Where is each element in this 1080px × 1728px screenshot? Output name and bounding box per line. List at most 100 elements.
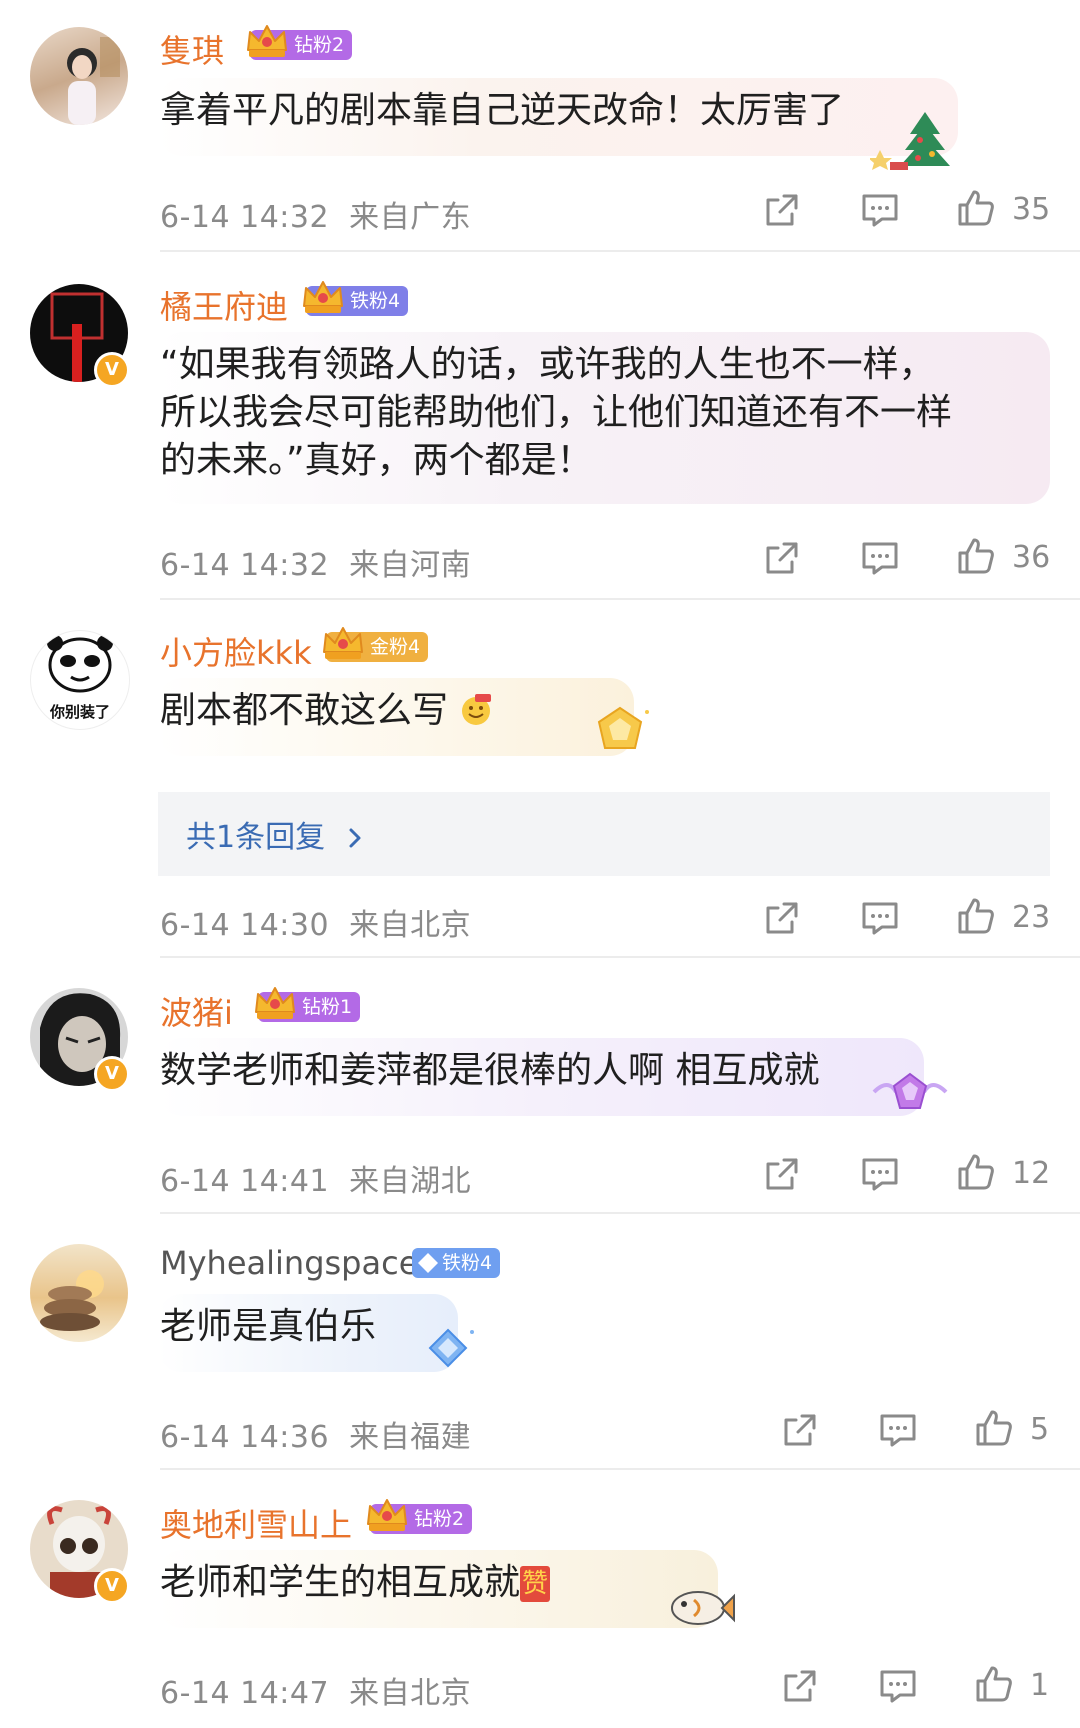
- username[interactable]: 小方脸kkk: [160, 628, 312, 674]
- fan-badge: 钻粉2: [250, 30, 353, 60]
- like-icon[interactable]: [974, 1664, 1014, 1704]
- comment-location: 来自北京: [349, 1676, 472, 1711]
- comment-meta: 6-14 14:32 来自河南: [160, 540, 471, 584]
- comment-icon[interactable]: [878, 1410, 918, 1450]
- comment-item: Myhealingspace 铁粉4 老师是真伯乐 6-14 14:36 来自福…: [0, 1214, 1080, 1470]
- fan-badge: 铁粉4: [412, 1248, 501, 1278]
- fan-badge: 钻粉2: [370, 1504, 473, 1534]
- fan-badge: 金粉4: [326, 632, 429, 662]
- comment-meta: 6-14 14:41 来自湖北: [160, 1156, 471, 1200]
- blue-gem-decoration: [428, 1328, 474, 1368]
- comment-text-line: 所以我会尽可能帮助他们，让他们知道还有不一样: [160, 392, 953, 433]
- comment-icon[interactable]: [860, 190, 900, 230]
- chevron-right-icon: [349, 828, 361, 848]
- comment-text: 剧本都不敢这么写: [160, 686, 493, 736]
- avatar-image: [67, 37, 120, 125]
- username[interactable]: 隻琪: [160, 26, 224, 72]
- comment-time: 6-14 14:32: [160, 548, 330, 583]
- like-icon[interactable]: [956, 1152, 996, 1192]
- share-icon[interactable]: [762, 898, 802, 938]
- like-count: 12: [1012, 1156, 1051, 1191]
- comment-text: 老师和学生的相互成就赞: [160, 1558, 551, 1608]
- share-icon[interactable]: [780, 1410, 820, 1450]
- comment-icon[interactable]: [860, 898, 900, 938]
- replies-label: 共1条回复: [186, 820, 326, 855]
- avatar-image: [40, 1270, 104, 1331]
- diamond-icon: [418, 1253, 438, 1273]
- fan-badge-label: 钻粉2: [414, 1508, 465, 1530]
- comment-location: 来自湖北: [349, 1164, 472, 1199]
- comment-location: 来自河南: [349, 548, 472, 583]
- comment-location: 来自广东: [349, 200, 472, 235]
- comment-text-line: “如果我有领路人的话，或许我的人生也不一样，: [160, 344, 935, 385]
- crown-icon: [252, 984, 298, 1024]
- comment-time: 6-14 14:32: [160, 200, 330, 235]
- replies-link[interactable]: 共1条回复: [186, 812, 367, 856]
- crown-icon: [300, 278, 346, 318]
- comment-icon[interactable]: [878, 1666, 918, 1706]
- comment-item: 你别装了 小方脸kkk 金粉4 剧本都不敢这么写 共1条回复 6-14 14:3…: [0, 600, 1080, 958]
- crown-icon: [364, 1496, 410, 1536]
- avatar[interactable]: [30, 27, 128, 125]
- share-icon[interactable]: [780, 1666, 820, 1706]
- comment-time: 6-14 14:41: [160, 1164, 330, 1199]
- purple-gem-decoration: [872, 1072, 948, 1109]
- comment-location: 来自福建: [349, 1420, 472, 1455]
- comment-time: 6-14 14:36: [160, 1420, 330, 1455]
- comment-text-line: 的未来。”真好，两个都是！: [160, 440, 593, 481]
- like-count: 5: [1030, 1412, 1050, 1447]
- comment-time: 6-14 14:30: [160, 908, 330, 943]
- emoji-666-icon: [462, 694, 492, 725]
- like-count: 35: [1012, 192, 1051, 227]
- like-count: 36: [1012, 540, 1051, 575]
- avatar[interactable]: [30, 1244, 128, 1342]
- username[interactable]: 奥地利雪山上: [160, 1500, 352, 1546]
- fan-badge-label: 金粉4: [370, 636, 421, 658]
- share-icon[interactable]: [762, 538, 802, 578]
- share-icon[interactable]: [762, 1154, 802, 1194]
- comment-item: 隻琪 钻粉2 拿着平凡的剧本靠自己逆天改命！太厉害了 6-14 14:32 来自…: [0, 0, 1080, 254]
- share-icon[interactable]: [762, 190, 802, 230]
- comment-location: 来自北京: [349, 908, 472, 943]
- comment-item: V 橘王府迪 铁粉4 “如果我有领路人的话，或许我的人生也不一样， 所以我会尽可…: [0, 254, 1080, 600]
- comment-icon[interactable]: [860, 538, 900, 578]
- like-icon[interactable]: [956, 188, 996, 228]
- comment-text-content: 老师和学生的相互成就: [160, 1562, 521, 1603]
- fan-badge-label: 钻粉1: [302, 996, 353, 1018]
- avatar-image: [47, 635, 113, 693]
- crown-icon: [320, 624, 366, 664]
- comment-item: V 奥地利雪山上 钻粉2 老师和学生的相互成就赞 6-14 14:47 来自北京…: [0, 1470, 1080, 1728]
- comment-text: 老师是真伯乐: [160, 1306, 377, 1347]
- username[interactable]: 波猪i: [160, 988, 233, 1034]
- comment-meta: 6-14 14:47 来自北京: [160, 1668, 471, 1712]
- comment-meta: 6-14 14:30 来自北京: [160, 900, 471, 944]
- comment-meta: 6-14 14:32 来自广东: [160, 192, 471, 236]
- verified-icon: V: [94, 352, 130, 388]
- comment-text: 数学老师和姜萍都是很棒的人啊 相互成就: [160, 1050, 820, 1091]
- comment-text-content: 剧本都不敢这么写: [160, 690, 449, 731]
- like-count: 1: [1030, 1668, 1050, 1703]
- avatar-caption: 你别装了: [49, 703, 110, 721]
- gold-gem-decoration: [597, 706, 649, 749]
- replies-box[interactable]: 共1条回复: [158, 792, 1050, 876]
- like-icon[interactable]: [956, 896, 996, 936]
- comment-time: 6-14 14:47: [160, 1676, 330, 1711]
- username[interactable]: 橘王府迪: [160, 282, 288, 328]
- comment-icon[interactable]: [860, 1154, 900, 1194]
- crown-icon: [244, 22, 290, 62]
- verified-icon: V: [94, 1056, 130, 1092]
- like-icon[interactable]: [956, 536, 996, 576]
- fan-badge-label: 铁粉4: [442, 1252, 493, 1274]
- comment-item: V 波猪i 钻粉1 数学老师和姜萍都是很棒的人啊 相互成就 6-14 14:41…: [0, 958, 1080, 1214]
- username[interactable]: Myhealingspace: [160, 1244, 418, 1282]
- fish-decoration: [671, 1591, 735, 1625]
- comment-text: 拿着平凡的剧本靠自己逆天改命！太厉害了: [160, 90, 845, 131]
- zan-emoji-icon: 赞: [520, 1566, 551, 1602]
- verified-icon: V: [94, 1568, 130, 1604]
- like-count: 23: [1012, 900, 1051, 935]
- avatar[interactable]: 你别装了: [30, 630, 130, 730]
- comment-meta: 6-14 14:36 来自福建: [160, 1412, 471, 1456]
- fan-badge-label: 钻粉2: [294, 34, 345, 56]
- fan-badge: 钻粉1: [258, 992, 361, 1022]
- like-icon[interactable]: [974, 1408, 1014, 1448]
